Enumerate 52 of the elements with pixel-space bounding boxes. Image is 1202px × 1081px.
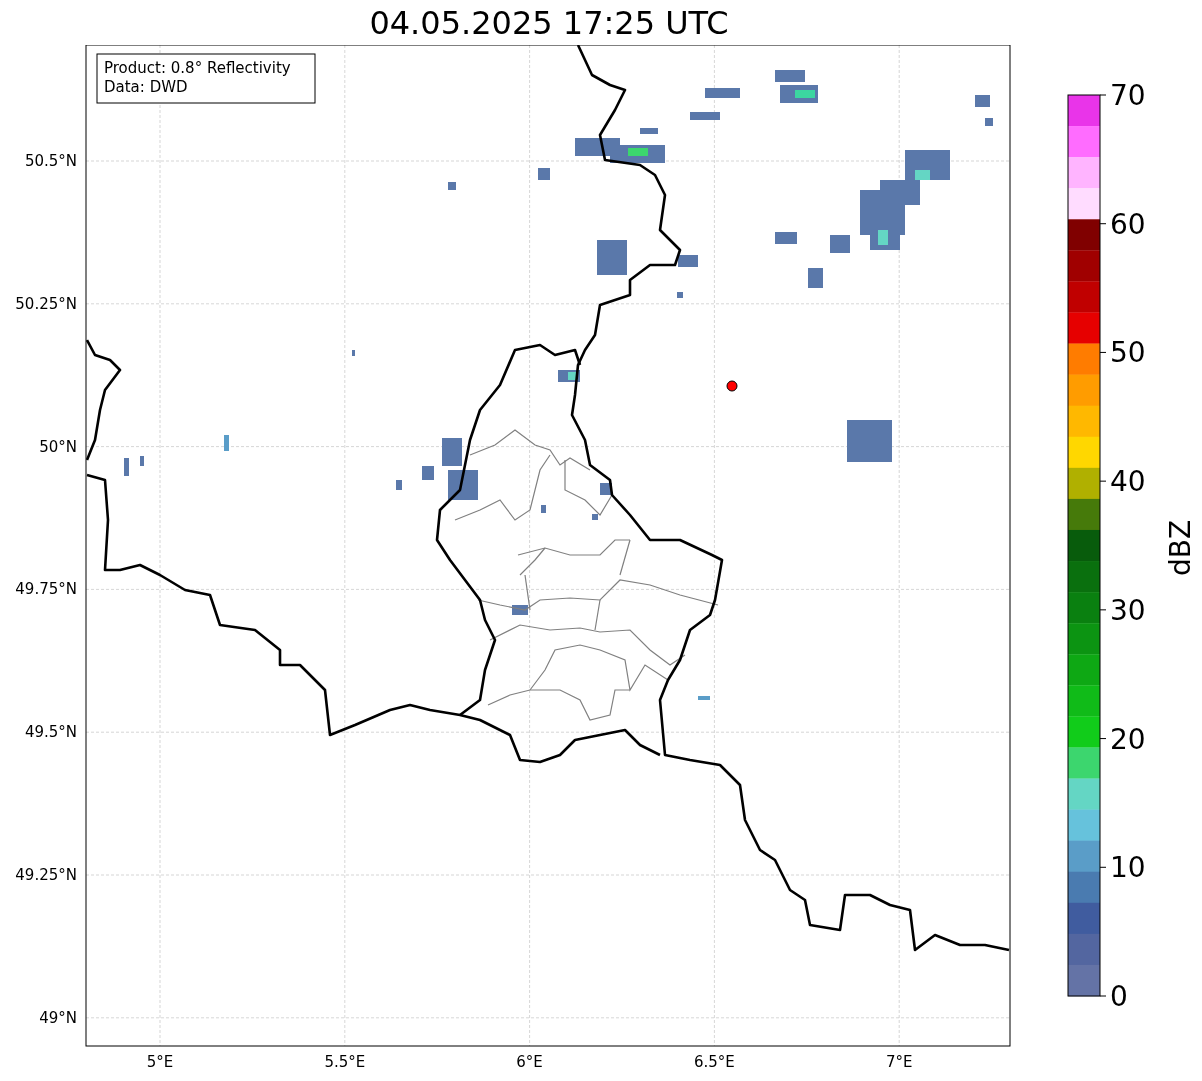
colorbar-tick-label: 20 (1110, 722, 1146, 756)
info-text: Data: DWD (104, 78, 188, 96)
latitude-label: 50°N (39, 437, 77, 456)
radar-echo (640, 128, 658, 134)
colorbar-tick-label: 50 (1110, 336, 1146, 370)
radar-echo (592, 514, 598, 520)
latitude-label: 49.5°N (24, 723, 77, 742)
radar-echo (396, 480, 402, 490)
radar-echo (352, 350, 355, 356)
latitude-label: 49.75°N (15, 580, 77, 599)
radar-echo (775, 70, 805, 82)
latitude-label: 50.5°N (24, 152, 77, 170)
radar-echo (985, 118, 993, 126)
radar-echo (140, 456, 144, 466)
radar-echo (538, 168, 550, 180)
colorbar-tick-label: 30 (1110, 593, 1146, 627)
radar-echo (830, 235, 850, 253)
radar-echo (448, 470, 478, 500)
longitude-label: 7°E (885, 1053, 913, 1071)
colorbar-tick-label: 40 (1110, 465, 1146, 499)
latitude-label: 49.25°N (15, 866, 77, 884)
info-text: Product: 0.8° Reflectivity (104, 59, 291, 77)
radar-echo (442, 438, 462, 466)
colorbar-tick-label: 60 (1110, 207, 1146, 241)
radar-echo (678, 255, 698, 267)
radar-echo (847, 420, 892, 462)
longitude-label: 5.5°E (324, 1053, 366, 1071)
radar-site-marker (726, 380, 738, 392)
longitude-label: 6°E (516, 1053, 543, 1071)
longitude-label: 6.5°E (694, 1053, 735, 1071)
radar-echo (224, 435, 229, 451)
colorbar-tick-label: 0 (1110, 980, 1128, 1013)
radar-echo (677, 292, 683, 298)
latitude-label: 50.25°N (15, 294, 77, 313)
radar-echo (512, 605, 528, 615)
longitude-label: 5°E (146, 1053, 174, 1071)
radar-echo (775, 232, 797, 244)
latitude-label: 49°N (39, 1008, 77, 1027)
radar-echo (422, 466, 434, 480)
radar-echo (808, 268, 823, 288)
colorbar-tick-label: 10 (1110, 851, 1146, 885)
radar-echo (597, 240, 627, 275)
radar-echo (541, 505, 546, 513)
radar-echo (124, 458, 129, 476)
radar-echo (448, 182, 456, 190)
radar-echo (690, 112, 720, 120)
radar-echo (975, 95, 990, 107)
colorbar-tick-label: 70 (1110, 79, 1146, 112)
chart-title: 04.05.2025 17:25 UTC (368, 2, 730, 44)
radar-echo (698, 696, 710, 700)
colorbar-label: dBZ (1164, 519, 1197, 577)
radar-echo (705, 88, 740, 98)
